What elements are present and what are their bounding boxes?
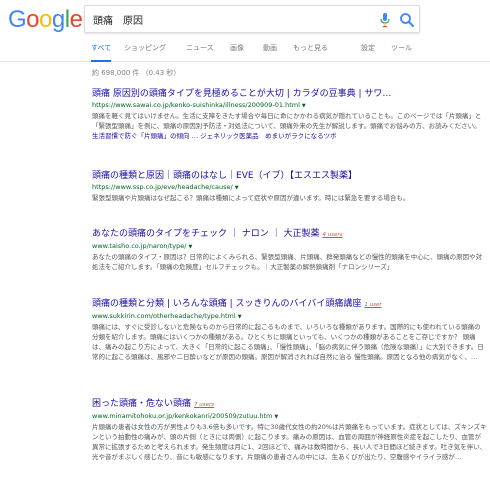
search-icon[interactable] [399, 12, 415, 28]
result-url-text: https://www.ssp.co.jp/eve/headache/cause… [92, 183, 233, 191]
bookmark-users-badge[interactable]: 1 user [364, 302, 381, 308]
result-title-link[interactable]: 頭痛の種類と原因｜頭痛のはなし｜EVE（イブ）【エスエス製薬】 [92, 170, 487, 182]
result-url-text: www.sukkirin.com/otherheadache/type.html [92, 312, 236, 320]
logo-letter: o [26, 6, 40, 33]
logo-letter: G [8, 6, 27, 33]
dropdown-caret-icon[interactable]: ▼ [274, 414, 278, 420]
result-title-link[interactable]: あなたの頭痛のタイプをチェック ｜ ナロン ｜ 大正製薬 4 users [92, 228, 487, 241]
search-result: 困った頭痛・危ない頭痛 7 users www.minamitohoku.or.j… [92, 398, 487, 462]
mic-icon[interactable] [378, 12, 392, 28]
search-result: 頭痛の種類と分類 | いろんな頭痛 | スッきりんのバイバイ頭痛講座 1 user… [92, 298, 487, 362]
result-title-text[interactable]: 困った頭痛・危ない頭痛 [92, 399, 191, 409]
result-url: www.minamitohoku.or.jp/kenkokanri/200509… [92, 411, 487, 422]
result-title-link[interactable]: 困った頭痛・危ない頭痛 7 users [92, 398, 487, 411]
dropdown-caret-icon[interactable]: ▼ [235, 185, 239, 191]
result-title-link[interactable]: 頭痛の種類と分類 | いろんな頭痛 | スッきりんのバイバイ頭痛講座 1 user [92, 298, 487, 311]
result-url-text: https://www.sawai.co.jp/kenko-suishinka/… [92, 101, 300, 109]
result-sublinks[interactable]: 生活習慣で防ぐ「片頭痛」の傾向 … ジェネリック医薬品 めまいがラクになるツボ [92, 131, 487, 141]
tab-more[interactable]: もっと見る [293, 42, 328, 62]
result-stats: 約 698,000 件 （0.43 秒） [92, 69, 181, 77]
tab-images[interactable]: 画像 [230, 42, 244, 62]
logo-letter: g [51, 6, 65, 33]
tab-shopping[interactable]: ショッピング [124, 42, 166, 62]
google-logo[interactable]: Google [8, 6, 83, 34]
result-url-text: www.minamitohoku.or.jp/kenkokanri/200509… [92, 412, 273, 420]
result-url-text: www.taisho.co.jp/naron/type/ [92, 242, 187, 250]
bookmark-users-badge[interactable]: 7 users [194, 402, 214, 408]
result-title-link[interactable]: 頭痛 原因別の頭痛タイプを見極めることが大切 | カラダの豆事典 | サワ… [92, 88, 487, 100]
result-title-text[interactable]: 頭痛の種類と分類 | いろんな頭痛 | スッきりんのバイバイ頭痛講座 [92, 299, 361, 309]
result-snippet: 片頭痛の患者は女性の方が男性よりも3.6倍も多いです。特に30歳代女性の約20%… [92, 423, 487, 461]
search-input[interactable] [93, 11, 373, 27]
dropdown-caret-icon[interactable]: ▼ [188, 244, 192, 250]
search-header: Google すべて ショッピング ニュース 画像 動画 もっと見る 設定 ツー… [0, 0, 490, 62]
dropdown-caret-icon[interactable]: ▼ [302, 103, 306, 109]
bookmark-users-badge[interactable]: 4 users [322, 232, 342, 238]
search-result: 頭痛の種類と原因｜頭痛のはなし｜EVE（イブ）【エスエス製薬】 https://… [92, 170, 487, 203]
result-snippet: 頭痛を軽く見てはいけません。生活に支障をきたす場合や毎日に命にかかわる病気が隠れ… [92, 112, 482, 130]
search-box [84, 5, 420, 33]
tab-tools[interactable]: ツール [391, 42, 412, 62]
result-url: https://www.sawai.co.jp/kenko-suishinka/… [92, 100, 487, 111]
tab-all[interactable]: すべて [91, 42, 112, 62]
result-url: https://www.ssp.co.jp/eve/headache/cause… [92, 182, 487, 193]
result-snippet: 頭痛には、すぐに受診しないと危険なものから日常的に起こるものまで、いろいろな種類… [92, 323, 484, 361]
tab-news[interactable]: ニュース [186, 42, 214, 62]
result-snippet: あなたの頭痛のタイプ・原因は？日常的によくみられる、緊張型頭痛、片頭痛、群発頭痛… [92, 253, 483, 271]
tab-settings[interactable]: 設定 [361, 42, 375, 62]
logo-letter: o [39, 6, 52, 33]
tab-videos[interactable]: 動画 [263, 42, 277, 62]
search-tabs: すべて ショッピング ニュース 画像 動画 もっと見る 設定 ツール [0, 42, 490, 62]
result-url: www.sukkirin.com/otherheadache/type.html… [92, 311, 487, 322]
search-result: あなたの頭痛のタイプをチェック ｜ ナロン ｜ 大正製薬 4 users www.… [92, 228, 487, 272]
dropdown-caret-icon[interactable]: ▼ [238, 314, 242, 320]
search-result: 頭痛 原因別の頭痛タイプを見極めることが大切 | カラダの豆事典 | サワ… h… [92, 88, 487, 141]
result-url: www.taisho.co.jp/naron/type/▼ [92, 241, 487, 252]
logo-letter: e [69, 6, 83, 33]
result-title-text[interactable]: あなたの頭痛のタイプをチェック ｜ ナロン ｜ 大正製薬 [92, 229, 319, 239]
result-snippet: 緊張型頭痛や片頭痛はなぜ起こる？頭痛は種類によって症状や原因が違います。時には緊… [92, 194, 410, 202]
